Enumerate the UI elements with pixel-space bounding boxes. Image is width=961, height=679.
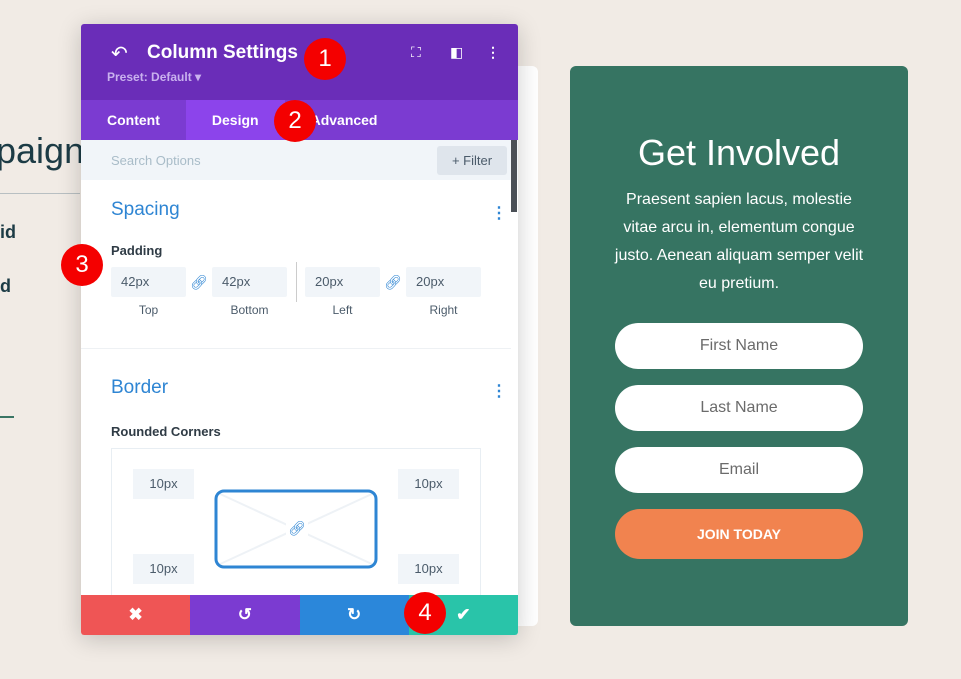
link-corners-icon[interactable]: 🔗︎	[286, 518, 308, 539]
filter-button[interactable]: + Filter	[437, 146, 507, 175]
step-badge-1: 1	[304, 38, 346, 80]
panel-title: Column Settings	[147, 42, 298, 63]
panel-header: ↶ Column Settings Preset: Default ▾ ⛶ ◧ …	[81, 24, 518, 100]
scrollbar[interactable]	[511, 140, 517, 212]
divider	[0, 193, 80, 194]
label-top: Top	[138, 303, 159, 317]
fullscreen-icon[interactable]: ⛶	[411, 44, 421, 61]
corner-bottom-left-input[interactable]: 10px	[133, 554, 194, 584]
rounded-corners-label: Rounded Corners	[111, 424, 221, 439]
step-badge-3: 3	[61, 244, 103, 286]
label-bottom: Bottom	[230, 303, 269, 317]
more-options-icon[interactable]: ⋮	[486, 44, 500, 61]
cancel-button[interactable]: ✖	[81, 595, 191, 635]
step-badge-4: 4	[404, 592, 446, 634]
cta-title: Get Involved	[637, 132, 841, 173]
padding-left-input[interactable]: 20px	[305, 267, 380, 297]
corner-top-right-input[interactable]: 10px	[398, 469, 459, 499]
background-text: id	[0, 222, 16, 242]
section-title-spacing[interactable]: Spacing	[111, 199, 180, 221]
first-name-input[interactable]: First Name	[615, 323, 863, 369]
get-involved-card: Get Involved Praesent sapien lacus, mole…	[570, 66, 908, 626]
divider	[81, 348, 511, 349]
search-bar: Search Options + Filter	[81, 140, 518, 180]
section-options-icon[interactable]: ⋮	[491, 203, 507, 223]
cta-text: Praesent sapien lacus, molestie vitae ar…	[614, 191, 864, 292]
email-input[interactable]: Email	[615, 447, 863, 493]
preset-dropdown[interactable]: Preset: Default ▾	[107, 70, 201, 84]
label-left: Left	[332, 303, 353, 317]
divider	[0, 416, 14, 418]
background-text: d	[0, 276, 11, 296]
tab-design[interactable]: Design	[185, 100, 285, 140]
section-options-icon[interactable]: ⋮	[491, 381, 507, 401]
undo-button[interactable]: ↺	[190, 595, 300, 635]
tab-content[interactable]: Content	[81, 100, 186, 140]
link-icon[interactable]: 🔗︎	[190, 274, 208, 291]
sidebar-layout-icon[interactable]: ◧	[450, 44, 463, 61]
action-bar: ✖ ↺ ↻ ✔	[81, 595, 518, 635]
padding-bottom-input[interactable]: 42px	[212, 267, 287, 297]
step-badge-2: 2	[274, 100, 316, 142]
padding-label: Padding	[111, 243, 163, 258]
padding-right-input[interactable]: 20px	[406, 267, 481, 297]
link-icon[interactable]: 🔗︎	[384, 274, 402, 291]
join-today-button[interactable]: JOIN TODAY	[615, 509, 863, 559]
back-icon[interactable]: ↶	[111, 41, 128, 66]
divider	[296, 262, 297, 302]
redo-button[interactable]: ↻	[299, 595, 409, 635]
search-input[interactable]: Search Options	[111, 153, 201, 168]
padding-top-input[interactable]: 42px	[111, 267, 186, 297]
label-right: Right	[429, 303, 458, 317]
last-name-input[interactable]: Last Name	[615, 385, 863, 431]
section-title-border[interactable]: Border	[111, 377, 168, 399]
corner-bottom-right-input[interactable]: 10px	[398, 554, 459, 584]
corner-top-left-input[interactable]: 10px	[133, 469, 194, 499]
